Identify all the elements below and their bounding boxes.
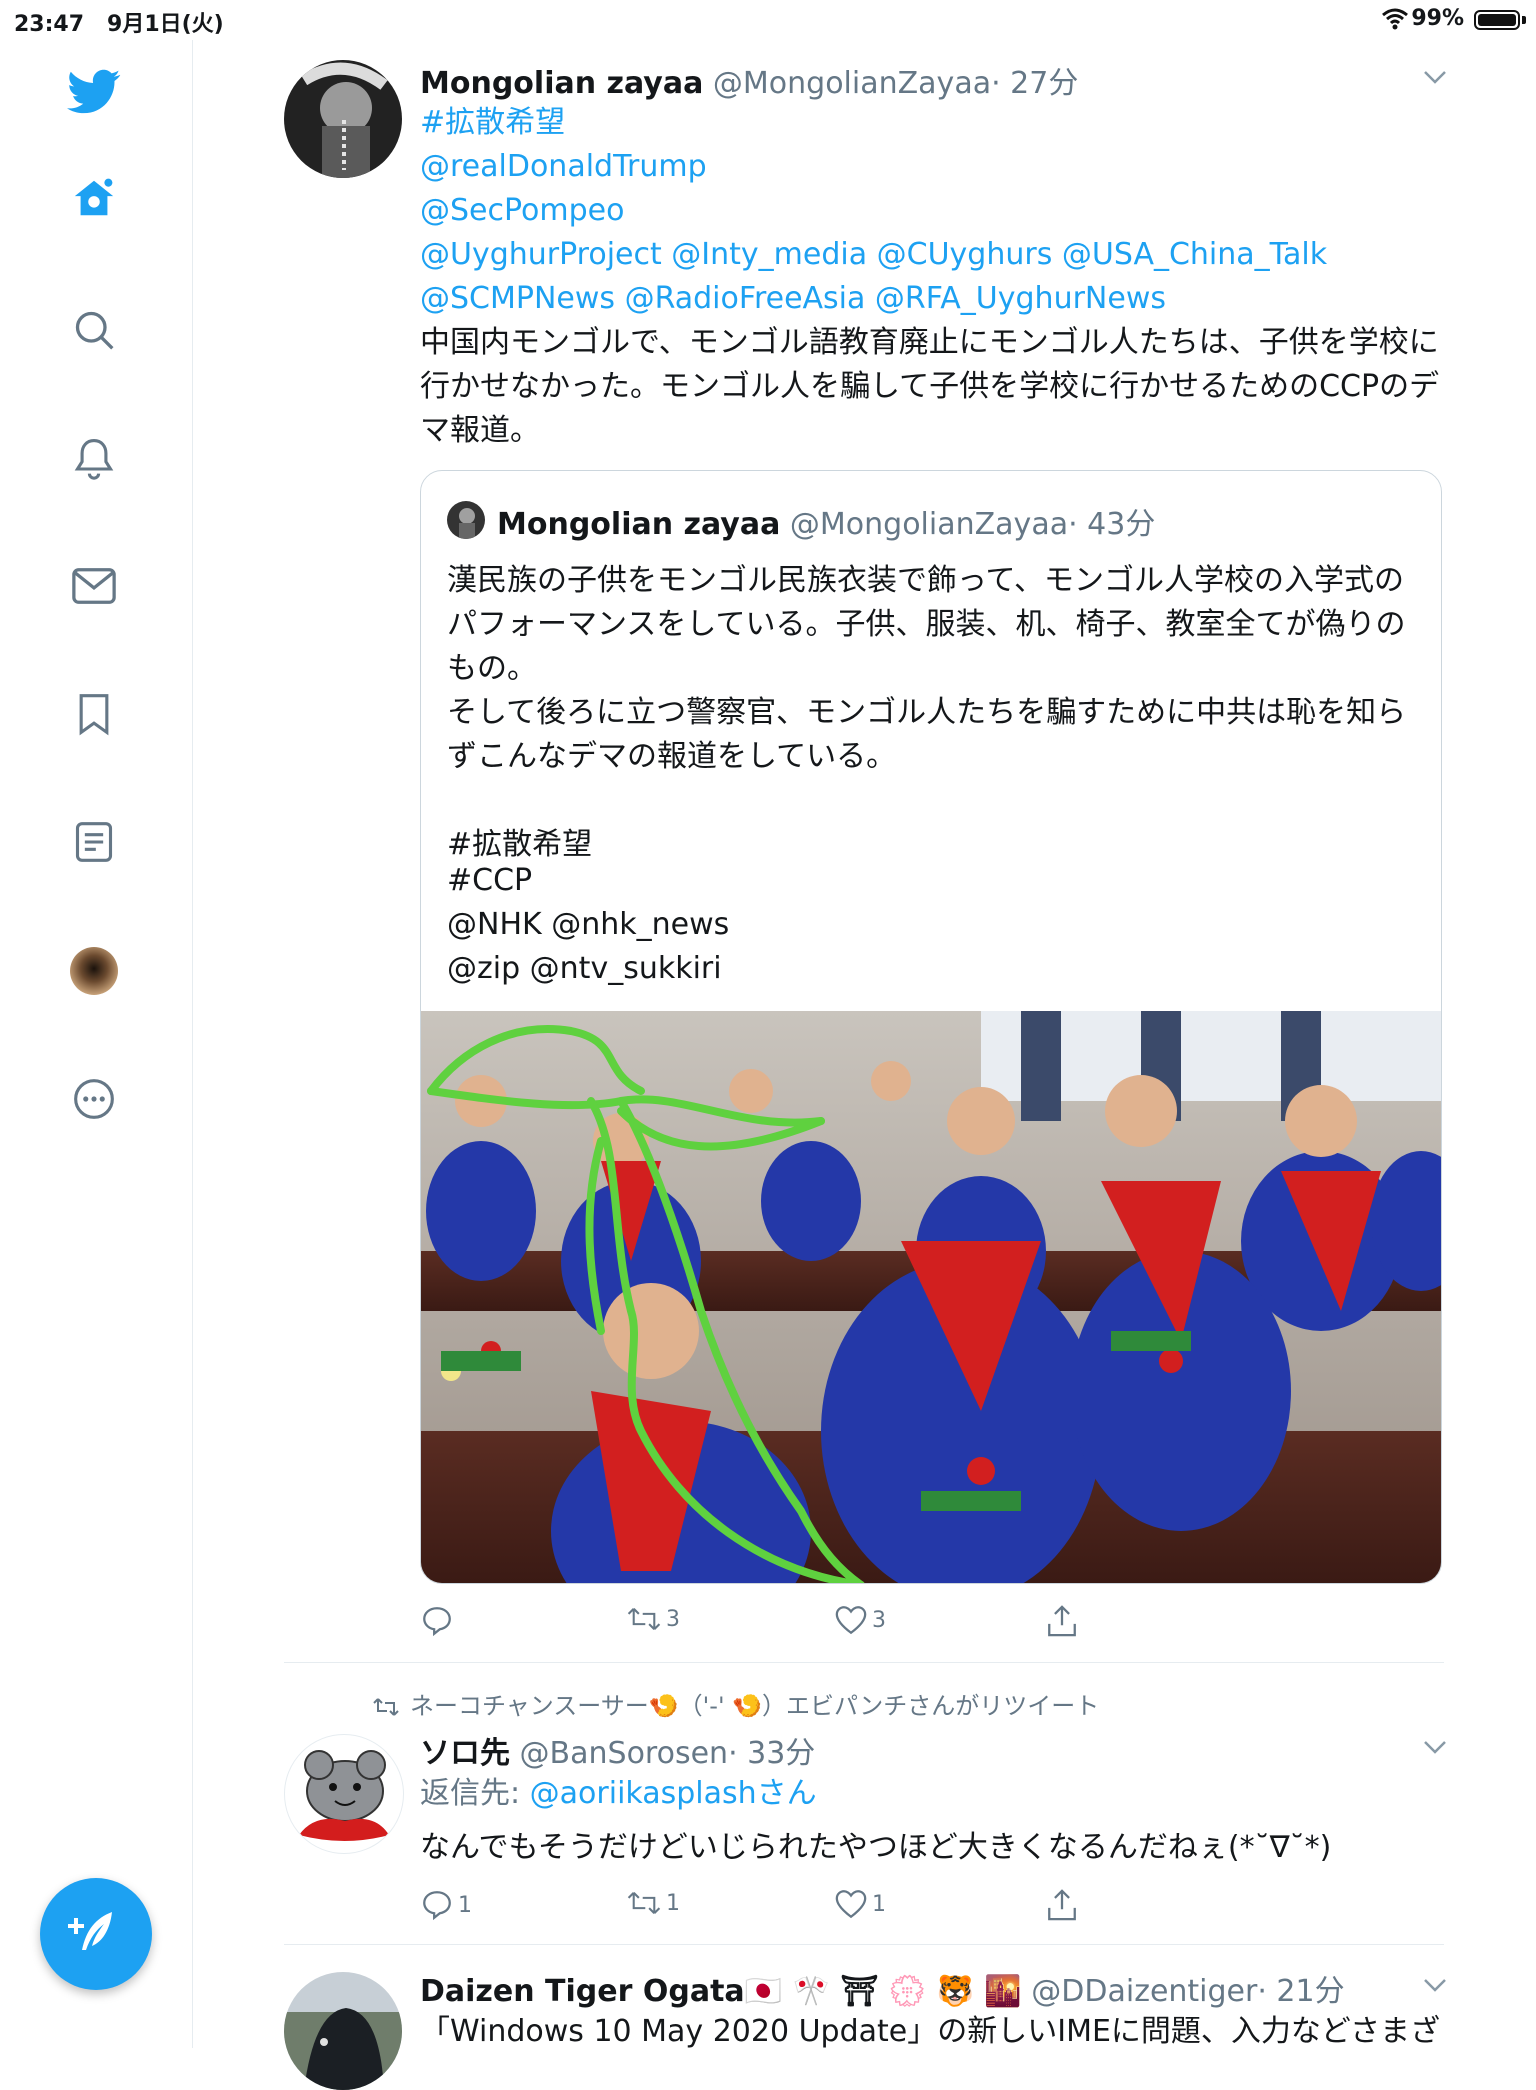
like-button[interactable]: 1 [834,1888,886,1920]
lists-icon[interactable] [66,814,122,870]
battery-percent: 99% [1411,6,1464,31]
quote-text: そして後ろに立つ警察官、モンゴル人たちを騙すために中共は恥を知ら [447,695,1407,730]
reply-count: 1 [458,1892,472,1918]
reply-icon [423,1607,451,1637]
like-count: 3 [872,1607,886,1633]
share-button[interactable] [1046,1888,1082,1922]
tweet-header: Daizen Tiger Ogata🇯🇵 🎌 ⛩ 💮 🐯 🌇 @DDaizent… [420,1966,1345,2010]
like-icon [835,1606,867,1635]
quote-author-handle: @MongolianZayaa [789,507,1069,542]
quote-author-name: Mongolian zayaa [497,507,781,542]
profile-avatar[interactable] [66,943,122,999]
reply-button[interactable]: 1 [420,1888,472,1922]
chevron-down-icon[interactable] [1420,1970,1450,2000]
retweet-icon [627,1891,661,1915]
tweet-divider [284,1662,1444,1663]
tweet-avatar[interactable] [284,1734,404,1854]
tweet-text: 行かせなかった。モンゴル人を騙して子供を学校に行かせるためのCCPのデ [420,369,1440,404]
quote-text: 漢民族の子供をモンゴル民族衣装で飾って、モンゴル人学校の入学式の [447,563,1404,598]
tweet-text: マ報道。 [420,413,540,448]
quote-text: パフォーマンスをしている。子供、服装、机、椅子、教室全てが偽りの [447,607,1406,642]
retweet-icon [627,1607,661,1631]
tweet-text: なんでもそうだけどいじられたやつほど大きくなるんだねぇ(*˘∇˘*) [420,1830,1332,1865]
author-name[interactable]: Mongolian zayaa [420,66,703,101]
quote-text: もの。 [447,651,537,686]
quote-avatar [447,501,485,539]
tweet-header: ソロ先 @BanSorosen· 33分 [420,1728,815,1772]
reply-icon [423,1891,451,1921]
mention-link[interactable]: @realDonaldTrump [420,145,707,189]
tweet-avatar[interactable] [284,1972,402,2090]
compose-tweet-button[interactable] [40,1878,152,1990]
search-icon[interactable] [66,302,122,358]
messages-icon[interactable] [66,558,122,614]
quote-mentions: @zip @ntv_sukkiri [447,951,722,986]
tweet-time: · 27分 [991,66,1079,101]
more-icon[interactable] [66,1071,122,1127]
retweet-count: 3 [666,1606,680,1632]
reply-prefix: 返信先: [420,1776,530,1811]
mention-link[interactable]: @SCMPNews @RadioFreeAsia @RFA_UyghurNews [420,277,1166,321]
chevron-down-icon[interactable] [1420,1732,1450,1762]
quote-hashtag: #拡散希望 [447,827,593,862]
tweet-avatar[interactable] [284,60,402,178]
mention-link[interactable]: @SecPompeo [420,189,624,233]
mention-link[interactable]: @UyghurProject @Inty_media @CUyghurs @US… [420,233,1327,277]
author-name[interactable]: ソロ先 [420,1736,510,1771]
retweet-count: 1 [666,1890,680,1916]
quote-text: ずこんなデマの報道をしている。 [447,739,897,774]
tweet-text: 中国内モンゴルで、モンゴル語教育廃止にモンゴル人たちは、子供を学校に [420,325,1439,360]
wifi-icon [1382,8,1408,36]
quote-mentions: @NHK @nhk_news [447,907,730,942]
chevron-down-icon[interactable] [1420,62,1450,92]
retweet-button[interactable]: 1 [626,1888,680,1918]
bookmarks-icon[interactable] [66,686,122,742]
tweet-text: 「Windows 10 May 2020 Update」の新しいIMEに問題、入… [420,2014,1441,2049]
reply-to-link[interactable]: @aoriikasplashさん [530,1776,817,1811]
author-handle[interactable]: @DDaizentiger [1031,1974,1257,2009]
author-handle[interactable]: @BanSorosen [520,1736,729,1771]
share-button[interactable] [1046,1604,1082,1638]
tweet-time: · 33分 [728,1736,816,1771]
battery-icon [1474,10,1520,30]
retweeted-by-text[interactable]: ネーコチャンスーサー🍤（'-' 🍤）エビパンチさんがリツイート [410,1692,1099,1720]
retweet-button[interactable]: 3 [626,1604,680,1634]
tweet-header: Mongolian zayaa @MongolianZayaa· 27分 [420,58,1078,102]
retweet-context: ネーコチャンスーサー🍤（'-' 🍤）エビパンチさんがリツイート [372,1686,1099,1721]
author-handle[interactable]: @MongolianZayaa [713,66,991,101]
twitter-logo-icon[interactable] [66,64,122,120]
tweet-photo[interactable] [421,1011,1442,1584]
home-icon[interactable] [66,170,122,226]
like-button[interactable]: 3 [834,1604,886,1636]
tweet-actions: 1 1 1 [420,1888,1120,1928]
quote-hashtag: #CCP [447,863,533,898]
tweet-actions: 3 3 [420,1604,1120,1644]
status-time: 23:47 9月1日(火) [14,12,224,37]
sidebar-nav [0,40,193,2048]
quoted-tweet[interactable]: Mongolian zayaa @MongolianZayaa· 43分 漢民族… [420,470,1442,1584]
reply-context: 返信先: @aoriikasplashさん [420,1772,817,1816]
compose-icon [68,1912,112,1950]
reply-button[interactable] [420,1604,458,1638]
notifications-icon[interactable] [66,430,122,486]
quote-time: · 43分 [1068,507,1156,542]
status-bar: 23:47 9月1日(火) 99% [0,0,1536,40]
author-name[interactable]: Daizen Tiger Ogata🇯🇵 🎌 ⛩ 💮 🐯 🌇 [420,1974,1022,2009]
retweet-icon [373,1698,399,1716]
hashtag-link[interactable]: #拡散希望 [420,101,565,145]
share-icon [1048,1605,1076,1637]
tweet-time: · 21分 [1257,1974,1345,2009]
tweet-divider [284,1944,1444,1945]
share-icon [1048,1889,1076,1921]
like-count: 1 [872,1891,886,1917]
like-icon [835,1890,867,1919]
